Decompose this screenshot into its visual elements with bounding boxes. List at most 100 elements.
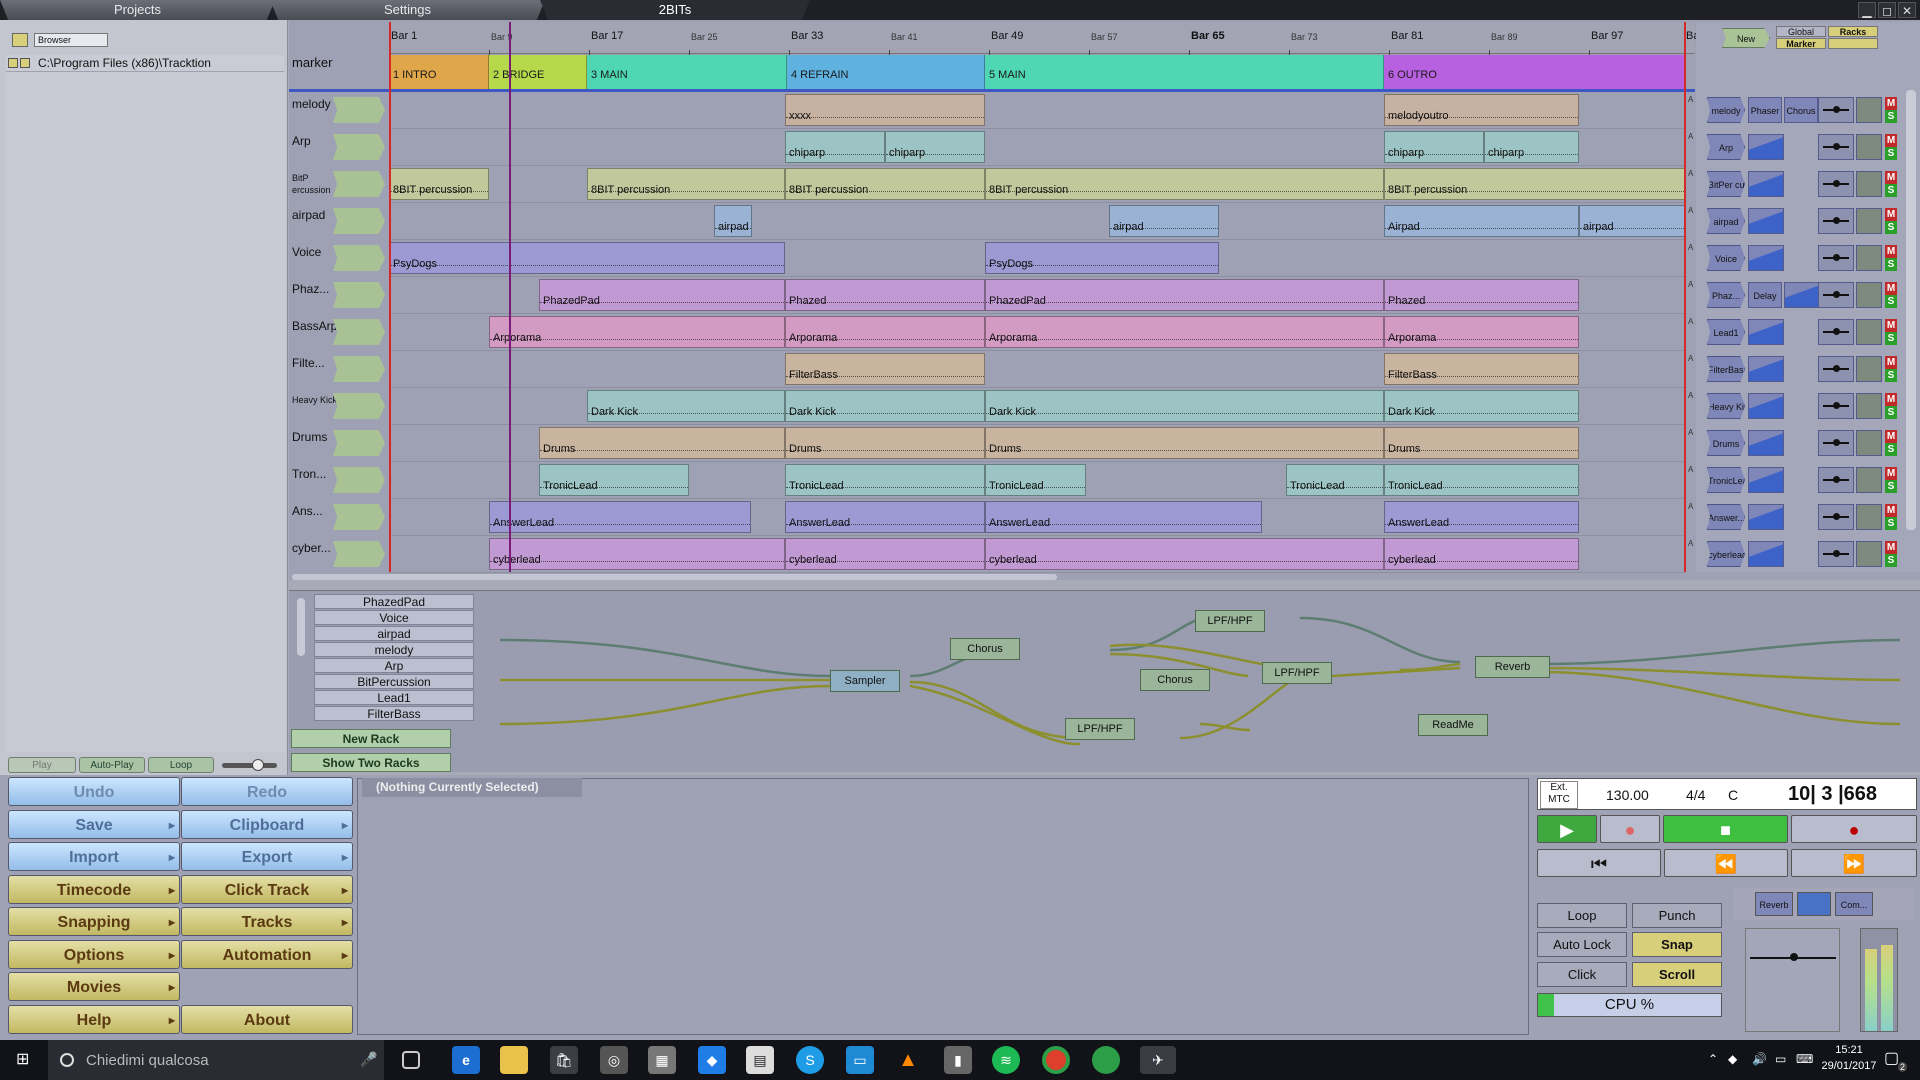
audio-clip[interactable]: 8BIT percussion — [785, 168, 985, 200]
automation-icon[interactable]: A — [1688, 206, 1696, 216]
audio-clip[interactable]: airpad — [1109, 205, 1219, 237]
volume-icon[interactable]: 🔊 — [1752, 1052, 1767, 1066]
plugin-slot[interactable]: Chorus — [1784, 97, 1818, 123]
movies-button[interactable]: Movies ▶ — [8, 972, 180, 1001]
automation-icon[interactable]: A — [1688, 391, 1696, 401]
automation-icon[interactable]: A — [1688, 132, 1696, 142]
track-input-button[interactable] — [333, 134, 385, 160]
mute-button[interactable]: M — [1885, 356, 1897, 369]
mute-button[interactable]: M — [1885, 393, 1897, 406]
audio-clip[interactable]: airpad — [1579, 205, 1685, 237]
audio-clip[interactable]: Drums — [985, 427, 1384, 459]
marker-clip[interactable]: 1 INTRO — [389, 55, 489, 89]
import-button[interactable]: Import ▶ — [8, 842, 180, 871]
maximize-icon[interactable]: ◻ — [1878, 2, 1896, 18]
track-input-button[interactable] — [333, 97, 385, 123]
volume-pan-plugin[interactable] — [1818, 282, 1854, 308]
automation-icon[interactable]: A — [1688, 169, 1696, 179]
eq-plugin[interactable] — [1748, 467, 1784, 493]
marker-clip[interactable]: 3 MAIN — [587, 55, 787, 89]
rack-list-item[interactable]: Voice — [314, 610, 474, 625]
automation-icon[interactable]: A — [1688, 280, 1696, 290]
audio-clip[interactable]: Drums — [1384, 427, 1579, 459]
rewind-start-button[interactable]: ⏮ — [1537, 849, 1661, 877]
rack-list-item[interactable]: Arp — [314, 658, 474, 673]
eq-plugin[interactable] — [1748, 245, 1784, 271]
properties-tab[interactable]: (Nothing Currently Selected) — [362, 778, 582, 797]
browser-dropdown[interactable]: Browser — [34, 33, 108, 47]
audio-clip[interactable]: Drums — [785, 427, 985, 459]
rack-node[interactable]: Sampler — [830, 670, 900, 692]
automation-icon[interactable]: A — [1688, 465, 1696, 475]
dropbox-icon[interactable]: ◆ — [698, 1046, 726, 1074]
volume-pan-plugin[interactable] — [1818, 245, 1854, 271]
loop-start-marker[interactable] — [389, 22, 391, 572]
loop-button[interactable]: Loop — [148, 757, 214, 773]
eq-plugin[interactable] — [1748, 134, 1784, 160]
volume-pan-plugin[interactable] — [1818, 541, 1854, 567]
play-button[interactable]: Play — [8, 757, 76, 773]
rack-node[interactable]: ReadMe — [1418, 714, 1488, 736]
help-button[interactable]: Help ▶ — [8, 1004, 180, 1034]
solo-button[interactable]: S — [1885, 295, 1897, 308]
mute-button[interactable]: M — [1885, 504, 1897, 517]
audio-clip[interactable]: Arporama — [785, 316, 985, 348]
playhead[interactable] — [509, 22, 511, 572]
audio-clip[interactable]: PsyDogs — [985, 242, 1219, 274]
rack-list-item[interactable]: BitPercussion — [314, 674, 474, 689]
audio-clip[interactable]: chiparp — [1384, 131, 1484, 163]
loop-end-marker[interactable] — [1684, 22, 1686, 572]
eq-plugin[interactable] — [1748, 504, 1784, 530]
audio-clip[interactable]: TronicLead — [985, 464, 1086, 496]
rack-list-item[interactable]: melody — [314, 642, 474, 657]
marker-clip[interactable]: 6 OUTRO — [1384, 55, 1685, 89]
rack-node[interactable]: Chorus — [1140, 669, 1210, 691]
track-lane[interactable]: cyberlead cyberlead cyberlead cyberlead — [389, 536, 1685, 573]
dropbox-tray-icon[interactable]: ◆ — [1728, 1052, 1737, 1066]
expand-icon[interactable] — [8, 58, 18, 68]
track-input-button[interactable] — [333, 171, 385, 197]
track-lane[interactable]: Drums Drums Drums Drums — [389, 425, 1685, 462]
store-icon[interactable]: 🛍 — [550, 1046, 578, 1074]
track-input-button[interactable] — [333, 208, 385, 234]
track-lane[interactable]: airpad airpad Airpad airpad — [389, 203, 1685, 240]
volume-pan-plugin[interactable] — [1818, 393, 1854, 419]
volume-pan-plugin[interactable] — [1818, 504, 1854, 530]
mute-button[interactable]: M — [1885, 208, 1897, 221]
solo-button[interactable]: S — [1885, 221, 1897, 234]
audio-clip[interactable]: cyberlead — [785, 538, 985, 570]
autolock-toggle[interactable]: Auto Lock — [1537, 932, 1627, 957]
track-input-button[interactable] — [333, 467, 385, 493]
audio-clip[interactable]: TronicLead — [539, 464, 689, 496]
audio-clip[interactable]: Dark Kick — [1384, 390, 1579, 422]
undo-button[interactable]: Undo — [8, 777, 180, 806]
rack-track-plugin[interactable]: Drums — [1707, 430, 1745, 456]
tracktion-icon[interactable]: ✈ — [1140, 1046, 1176, 1074]
rack-track-plugin[interactable]: Lead1 — [1707, 319, 1745, 345]
track-input-button[interactable] — [333, 430, 385, 456]
vertical-scrollbar[interactable] — [1906, 90, 1916, 530]
solo-button[interactable]: S — [1885, 147, 1897, 160]
network-icon[interactable]: ▭ — [1775, 1052, 1786, 1066]
notepad-icon[interactable]: ▤ — [746, 1046, 774, 1074]
rack-track-plugin[interactable]: Answer... — [1707, 504, 1745, 530]
audio-clip[interactable]: TronicLead — [1384, 464, 1579, 496]
clock-time[interactable]: 15:21 — [1816, 1044, 1882, 1056]
eq-plugin[interactable] — [1748, 171, 1784, 197]
plugin-slot[interactable]: Phaser — [1748, 97, 1782, 123]
rack-track-plugin[interactable]: Heavy Kick — [1707, 393, 1745, 419]
audio-clip[interactable]: AnswerLead — [1384, 501, 1579, 533]
audio-clip[interactable]: airpad — [714, 205, 752, 237]
tab-edit[interactable]: 2BITs — [540, 0, 810, 20]
audio-clip[interactable]: Phazed — [785, 279, 985, 311]
preview-volume-slider[interactable] — [222, 759, 277, 771]
track-input-button[interactable] — [333, 319, 385, 345]
solo-button[interactable]: S — [1885, 554, 1897, 567]
volume-handle[interactable] — [1790, 953, 1798, 961]
volume-pan-plugin[interactable] — [1818, 430, 1854, 456]
audio-clip[interactable]: PsyDogs — [389, 242, 785, 274]
solo-button[interactable]: S — [1885, 110, 1897, 123]
tab-settings[interactable]: Settings — [270, 0, 545, 20]
clipboard-button[interactable]: Clipboard ▶ — [181, 809, 353, 839]
automation-icon[interactable]: A — [1688, 317, 1696, 327]
